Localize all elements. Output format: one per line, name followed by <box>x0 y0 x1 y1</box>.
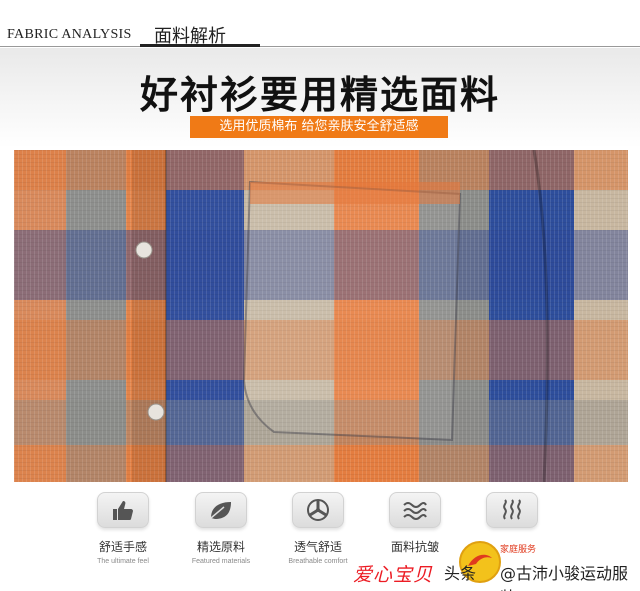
shirt-button <box>135 241 153 259</box>
feature-label: 舒适手感 <box>98 540 147 554</box>
watermark-tagline: 家庭服务 <box>500 545 537 555</box>
shirt-pocket <box>242 180 462 442</box>
feature-item <box>472 492 552 528</box>
fan-icon <box>292 492 344 528</box>
feature-caption: Featured materials <box>191 558 251 565</box>
header-divider <box>0 46 640 47</box>
watermark-platform: 头条 <box>444 564 477 583</box>
watermark-store: @古沛小骏运动服装 <box>500 564 629 591</box>
section-header: FABRIC ANALYSIS 面料解析 <box>0 0 640 48</box>
plaid-shirt-image <box>14 150 628 482</box>
wave-icon <box>389 492 441 528</box>
leaf-icon <box>195 492 247 528</box>
thumbs-up-icon <box>97 492 149 528</box>
header-divider-accent <box>140 44 260 47</box>
shirt-button <box>147 403 165 421</box>
feature-item: 精选原料 Featured materials <box>181 492 261 565</box>
hero-subtitle: 选用优质棉布 给您亲肤安全舒适感 <box>190 116 448 138</box>
section-title-en: FABRIC ANALYSIS <box>7 27 132 42</box>
steam-icon <box>486 492 538 528</box>
feature-label: 精选原料 <box>196 540 245 554</box>
hero-title: 好衬衫要用精选面料 <box>139 73 500 117</box>
feature-caption: The ultimate feel <box>97 558 149 565</box>
watermark: 爱心宝贝 家庭服务 头条 @古沛小骏运动服装 <box>340 538 640 591</box>
fabric-photo <box>14 150 628 482</box>
feature-item: 舒适手感 The ultimate feel <box>83 492 163 565</box>
watermark-brand: 爱心宝贝 <box>353 564 434 586</box>
